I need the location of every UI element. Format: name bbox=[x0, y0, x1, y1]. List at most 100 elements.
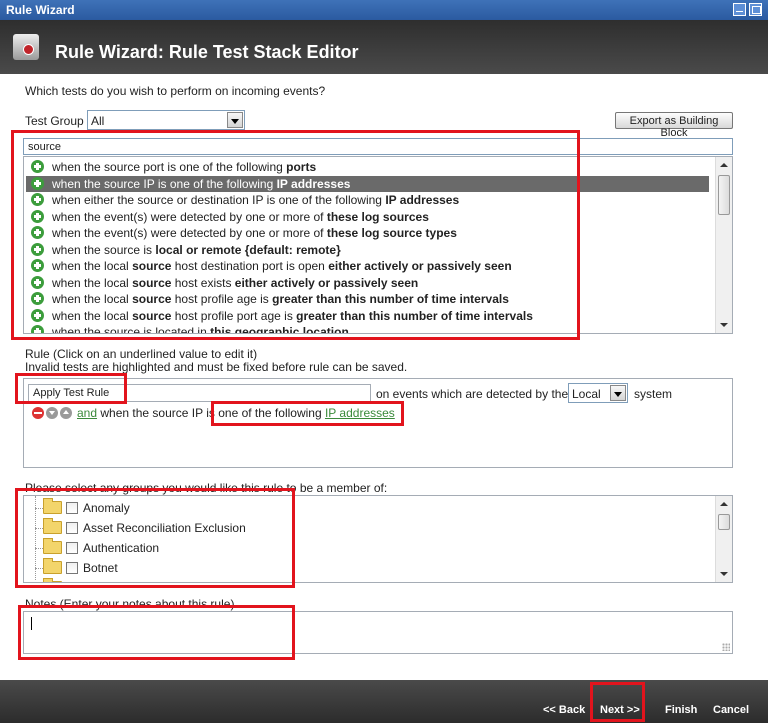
test-text: when the source port is one of the follo… bbox=[52, 160, 287, 174]
scrollbar-thumb[interactable] bbox=[718, 175, 730, 215]
system-label: system bbox=[634, 387, 673, 401]
next-button[interactable]: Next >> bbox=[600, 704, 640, 716]
chevron-down-icon[interactable] bbox=[610, 385, 626, 401]
remove-test-icon[interactable] bbox=[32, 407, 44, 419]
folder-icon bbox=[43, 538, 62, 554]
test-row[interactable]: when the local source host exists either… bbox=[26, 275, 709, 291]
test-param: source bbox=[132, 308, 172, 323]
rule-wizard-icon bbox=[13, 34, 39, 60]
finish-button[interactable]: Finish bbox=[665, 704, 697, 716]
tree-line bbox=[35, 528, 43, 529]
add-test-icon[interactable] bbox=[31, 275, 44, 289]
test-row[interactable]: when the local source host profile age i… bbox=[26, 291, 709, 307]
test-param: ports bbox=[286, 160, 317, 174]
test-row[interactable]: when the event(s) were detected by one o… bbox=[26, 225, 709, 241]
group-checkbox[interactable] bbox=[66, 502, 78, 514]
group-label: Anomaly bbox=[83, 501, 130, 515]
test-param: these log sources bbox=[326, 209, 429, 224]
cancel-button[interactable]: Cancel bbox=[713, 704, 749, 716]
scroll-up-icon[interactable] bbox=[716, 496, 732, 512]
test-row[interactable]: when the source is local or remote {defa… bbox=[26, 242, 709, 258]
groups-label: Please select any groups you would like … bbox=[25, 481, 388, 495]
tests-prompt: Which tests do you wish to perform on in… bbox=[25, 84, 326, 98]
and-link[interactable]: and bbox=[77, 406, 97, 420]
test-param: local or remote {default: remote} bbox=[155, 242, 341, 257]
test-row[interactable]: when the local source host profile port … bbox=[26, 308, 709, 324]
text-caret bbox=[31, 617, 32, 630]
test-text: host profile age is bbox=[171, 292, 273, 306]
test-param: greater than this number of time interva… bbox=[296, 308, 533, 323]
test-param: IP addresses bbox=[276, 176, 351, 191]
add-test-icon[interactable] bbox=[31, 209, 44, 223]
window-title: Rule Wizard bbox=[6, 3, 75, 17]
test-row[interactable]: when the source is located in this geogr… bbox=[26, 324, 709, 334]
move-down-icon[interactable] bbox=[46, 407, 58, 419]
chevron-down-icon[interactable] bbox=[227, 112, 243, 128]
test-list[interactable]: when the source port is one of the follo… bbox=[23, 156, 733, 334]
rule-condition: and when the source IP is one of the fol… bbox=[77, 406, 395, 420]
tree-line bbox=[35, 508, 43, 509]
test-row[interactable]: when either the source or destination IP… bbox=[26, 192, 709, 208]
test-group-select[interactable]: All bbox=[87, 110, 245, 130]
condition-text: when the source IP is bbox=[97, 406, 219, 420]
group-label: Authentication bbox=[83, 541, 160, 555]
test-group-value: All bbox=[91, 114, 105, 128]
add-test-icon[interactable] bbox=[31, 308, 44, 322]
group-checkbox[interactable] bbox=[66, 582, 78, 583]
test-filter-input[interactable]: source bbox=[23, 138, 733, 155]
test-param: either actively or passively seen bbox=[234, 275, 419, 290]
rule-name-value: Test Rule bbox=[63, 387, 110, 399]
test-text: when the local bbox=[52, 308, 133, 323]
group-label: Asset Reconciliation Exclusion bbox=[83, 521, 246, 535]
window-title-bar: Rule Wizard bbox=[0, 0, 768, 20]
system-value: Local bbox=[572, 387, 601, 401]
scrollbar-thumb[interactable] bbox=[718, 514, 730, 530]
test-text: when the source IP is one of the followi… bbox=[52, 176, 277, 191]
scroll-up-icon[interactable] bbox=[716, 157, 732, 173]
add-test-icon[interactable] bbox=[31, 176, 44, 190]
page-title: Rule Wizard: Rule Test Stack Editor bbox=[55, 42, 359, 62]
test-text: host destination port is open bbox=[171, 259, 329, 273]
test-list-scrollbar[interactable] bbox=[715, 157, 732, 333]
rule-sublabel: Invalid tests are highlighted and must b… bbox=[25, 360, 408, 374]
groups-list[interactable]: Anomaly Asset Reconciliation Exclusion Aut… bbox=[23, 495, 733, 583]
apply-label: Apply bbox=[33, 387, 61, 399]
notes-label: Notes (Enter your notes about this rule) bbox=[25, 597, 235, 611]
system-select[interactable]: Local bbox=[568, 383, 628, 403]
groups-scrollbar[interactable] bbox=[715, 496, 732, 582]
rule-name-field[interactable]: Apply Test Rule bbox=[28, 384, 371, 402]
add-test-icon[interactable] bbox=[31, 193, 44, 206]
add-test-icon[interactable] bbox=[31, 226, 44, 239]
tree-line bbox=[35, 568, 43, 569]
notes-textarea[interactable] bbox=[23, 611, 733, 654]
add-test-icon[interactable] bbox=[31, 292, 44, 305]
test-text: when the source is located in bbox=[52, 325, 211, 334]
maximize-icon[interactable] bbox=[749, 3, 762, 16]
ip-addresses-link[interactable]: IP addresses bbox=[325, 406, 395, 420]
minimize-icon[interactable] bbox=[733, 3, 746, 16]
test-row[interactable]: when the event(s) were detected by one o… bbox=[26, 209, 709, 225]
move-up-icon[interactable] bbox=[60, 407, 72, 419]
add-test-icon[interactable] bbox=[31, 259, 44, 272]
add-test-icon[interactable] bbox=[31, 325, 44, 333]
scroll-down-icon[interactable] bbox=[716, 566, 732, 582]
test-param: source bbox=[132, 292, 172, 306]
resize-grip-icon[interactable] bbox=[722, 643, 730, 651]
folder-icon bbox=[43, 518, 62, 534]
test-row[interactable]: when the source IP is one of the followi… bbox=[26, 175, 709, 192]
group-checkbox[interactable] bbox=[66, 542, 78, 554]
back-button[interactable]: << Back bbox=[543, 704, 585, 716]
test-text: when the local bbox=[52, 292, 133, 306]
scroll-down-icon[interactable] bbox=[716, 317, 732, 333]
export-building-block-button[interactable]: Export as Building Block bbox=[615, 112, 733, 139]
folder-icon bbox=[43, 498, 62, 514]
group-checkbox[interactable] bbox=[66, 522, 78, 534]
group-label: Category Definitions bbox=[83, 581, 191, 582]
test-row[interactable]: when the local source host destination p… bbox=[26, 258, 709, 274]
group-checkbox[interactable] bbox=[66, 562, 78, 574]
add-test-icon[interactable] bbox=[31, 242, 44, 256]
test-param: greater than this number of time interva… bbox=[272, 292, 509, 306]
test-row[interactable]: when the source port is one of the follo… bbox=[26, 159, 709, 175]
test-group-label: Test Group bbox=[25, 114, 84, 128]
add-test-icon[interactable] bbox=[31, 160, 44, 173]
